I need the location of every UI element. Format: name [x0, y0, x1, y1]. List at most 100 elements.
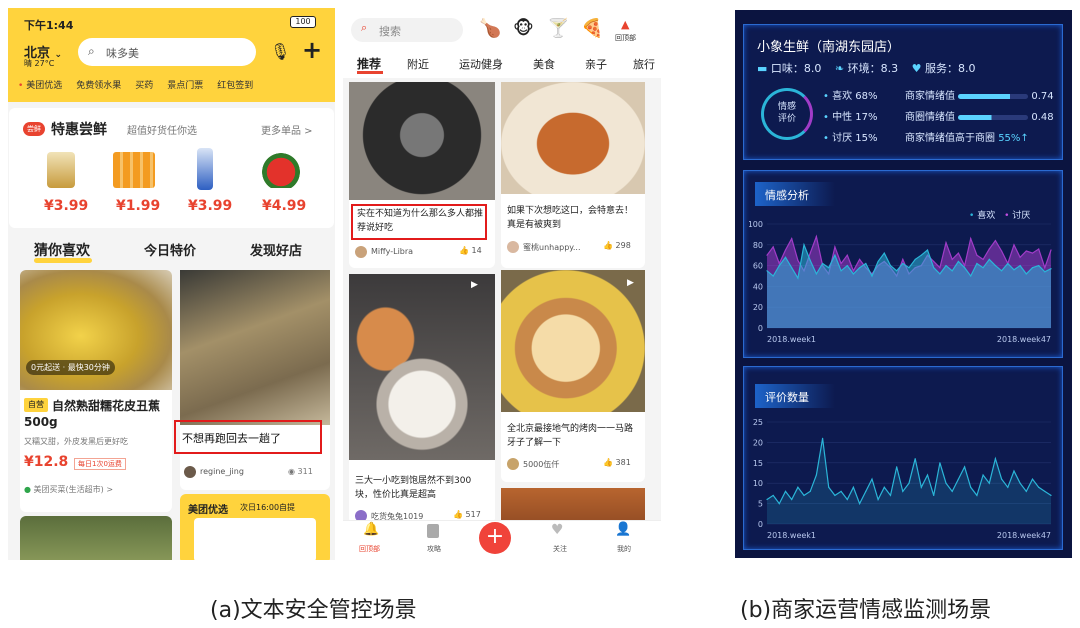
add-post-button[interactable]: + [479, 522, 511, 554]
data-point [951, 490, 953, 492]
product-image[interactable] [47, 152, 75, 188]
tab-recommend[interactable]: 推荐 [357, 55, 381, 72]
nav-label[interactable]: 回顶部 [359, 544, 380, 554]
data-point [1050, 494, 1052, 497]
data-point [877, 260, 879, 263]
add-icon[interactable]: + [302, 36, 322, 64]
price: ¥3.99 [188, 198, 233, 214]
like-count[interactable]: 👍 298 [603, 241, 631, 250]
arrow-up-icon[interactable]: ▲ [621, 18, 629, 31]
search-input[interactable]: ⌕ 味多美 [78, 38, 256, 66]
data-point [784, 249, 787, 251]
bbq-grill-image [349, 82, 495, 200]
tab-guess-you-like[interactable]: 猜你喜欢 [34, 240, 90, 260]
more-products-link[interactable]: 更多单品 > [261, 122, 313, 137]
delivery-badge: 0元起送 · 最快30分钟 [26, 360, 115, 375]
avatar[interactable] [184, 466, 196, 478]
store-link[interactable]: ● 美团买菜(生活超市) > [24, 484, 113, 495]
post-user[interactable]: 蜜桃unhappy... [523, 242, 581, 253]
sentiment-dashboard: 小象生鲜（南湖东园店） ▬ 口味：8.0 ❧ 环境：8.3 ♥ 服务：8.0 情… [735, 10, 1072, 558]
avatar[interactable] [507, 241, 519, 253]
microphone-icon[interactable]: 🎙 [270, 42, 290, 61]
watermelon-image[interactable] [261, 148, 301, 188]
y-tick-label: 25 [753, 418, 763, 427]
food-icon[interactable]: 🍗 [479, 18, 501, 39]
tab-food[interactable]: 美食 [533, 56, 555, 72]
nav-label[interactable]: 关注 [553, 544, 567, 554]
promo-image [194, 518, 316, 560]
thumb-up-icon: 👍 [603, 241, 613, 250]
bell-icon[interactable]: 🔔 [363, 522, 379, 537]
data-point [859, 503, 861, 505]
like-count[interactable]: 👍 517 [453, 510, 481, 519]
data-point [914, 258, 916, 260]
post-user[interactable]: Miffy-Libra [371, 247, 413, 256]
data-point [834, 494, 836, 497]
data-point [840, 262, 842, 265]
merchant-value: 0.48 [1031, 112, 1054, 123]
category-item[interactable]: 买药 [135, 81, 153, 91]
y-tick-label: 20 [753, 303, 763, 312]
sentiment-pct: 15% [855, 133, 878, 144]
data-point [1044, 271, 1046, 273]
data-point [821, 437, 824, 439]
play-icon[interactable]: ▶ [627, 278, 634, 288]
book-icon[interactable] [427, 524, 439, 538]
product-image[interactable] [113, 152, 155, 188]
profile-icon[interactable]: 👤 [615, 522, 631, 537]
like-count[interactable]: 👍 14 [459, 246, 482, 255]
data-point [951, 270, 953, 272]
data-point [926, 474, 929, 476]
post-user[interactable]: regine_jing [200, 467, 244, 476]
data-point [1001, 478, 1003, 480]
tab-discover-stores[interactable]: 发现好店 [250, 240, 302, 259]
chart-title: 情感分析 [755, 182, 835, 206]
nav-label[interactable]: 我的 [617, 544, 631, 554]
tab-fitness[interactable]: 运动健身 [459, 56, 503, 72]
deal-title: 特惠尝鲜 [51, 122, 107, 138]
category-item[interactable]: 免费领水果 [76, 81, 121, 91]
grilled-meat-image [501, 270, 645, 412]
avatar[interactable] [507, 458, 519, 470]
like-count[interactable]: 👍 381 [603, 458, 631, 467]
play-icon[interactable]: ▶ [471, 280, 478, 290]
data-point [809, 252, 811, 254]
category-item[interactable]: • 美团优选 [18, 81, 62, 91]
category-item[interactable]: 景点门票 [167, 81, 203, 91]
compare-label: 商家情绪值高于商圈 [905, 133, 995, 144]
category-item[interactable]: 红包签到 [217, 81, 253, 91]
tab-nearby[interactable]: 附近 [407, 56, 429, 72]
data-point [945, 265, 947, 267]
data-point [970, 275, 972, 277]
tab-family[interactable]: 亲子 [585, 56, 607, 72]
data-point [939, 273, 941, 275]
data-point [766, 498, 768, 501]
product-image[interactable] [20, 516, 172, 560]
data-point [1001, 250, 1003, 252]
search-input[interactable]: ⌕ 搜索 [351, 18, 463, 42]
data-point [834, 254, 836, 256]
data-point [951, 258, 953, 260]
data-point [939, 462, 941, 464]
nav-label[interactable]: 攻略 [427, 544, 441, 554]
tab-daily-deal[interactable]: 今日特价 [144, 240, 196, 259]
monkey-icon[interactable]: 🐵 [513, 18, 534, 39]
merchant-bar [958, 114, 1029, 120]
data-point [896, 270, 898, 272]
battery-icon: 100 [290, 16, 316, 28]
tab-travel[interactable]: 旅行 [633, 56, 655, 72]
data-point [791, 237, 793, 240]
data-point [896, 466, 898, 468]
heart-icon[interactable]: ♥ [551, 522, 564, 538]
left-phone-screen: 下午1:44 100 北京 ⌄ 晴 27°C ⌕ 味多美 🎙 + • 美团优选 免费… [8, 8, 335, 560]
post-user[interactable]: 5000伍仟 [523, 459, 559, 470]
data-point [828, 267, 830, 269]
data-point [902, 258, 904, 260]
merchant-stats: 商家情绪值 0.74 商圈情绪值 0.48 商家情绪值高于商圈 55%↑ [905, 86, 1054, 149]
product-image[interactable] [197, 148, 213, 190]
pizza-icon[interactable]: 🍕 [581, 18, 603, 39]
post-title: 不想再跑回去一趟了 [182, 432, 281, 445]
data-point [1031, 478, 1034, 480]
cocktail-icon[interactable]: 🍸 [547, 18, 569, 39]
avatar[interactable] [355, 246, 367, 258]
